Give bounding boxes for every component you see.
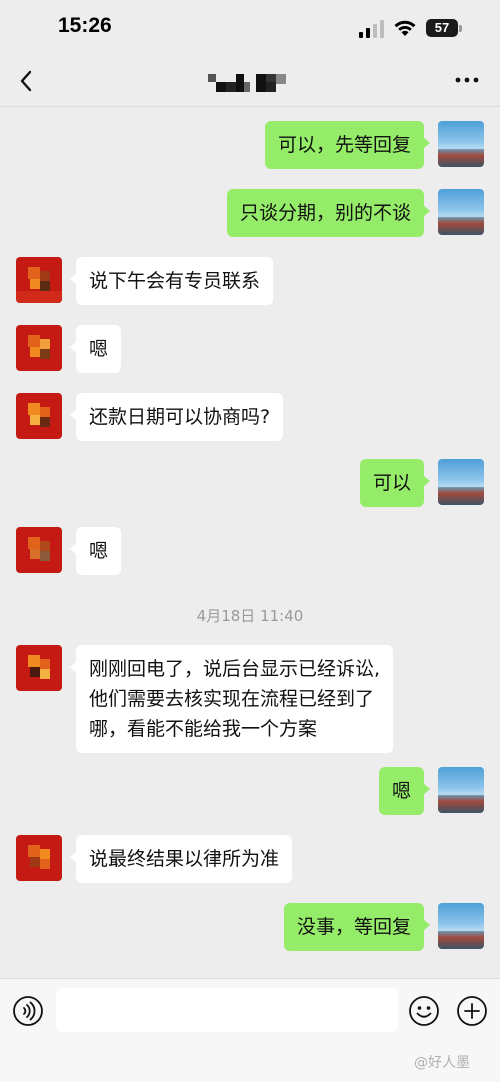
redacted-chat-title <box>208 74 286 92</box>
chevron-left-icon[interactable] <box>12 66 42 96</box>
contact-avatar[interactable] <box>16 645 62 691</box>
message-line: 哪，看能不能给我一个方案 <box>89 718 318 740</box>
contact-avatar[interactable] <box>16 527 62 573</box>
message-bubble-self[interactable]: 没事，等回复 <box>283 903 431 951</box>
message-bubble-self[interactable]: 只谈分期，别的不谈 <box>226 189 431 237</box>
status-time: 15:26 <box>58 14 112 37</box>
chat-header <box>0 58 500 107</box>
message-bubble-contact[interactable]: 刚刚回电了，说后台显示已经诉讼, 他们需要去核实现在流程已经到了 哪，看能不能给… <box>69 645 394 753</box>
my-avatar[interactable] <box>438 459 484 505</box>
message-bubble-contact[interactable]: 还款日期可以协商吗? <box>69 393 284 441</box>
my-avatar[interactable] <box>438 767 484 813</box>
message-bubble-self[interactable]: 可以，先等回复 <box>264 121 431 169</box>
wifi-icon <box>394 20 416 36</box>
status-bar: 15:26 57 <box>0 0 500 58</box>
message-bubble-contact[interactable]: 嗯 <box>69 325 122 373</box>
my-avatar[interactable] <box>438 903 484 949</box>
contact-avatar[interactable] <box>16 393 62 439</box>
battery-icon: 57 <box>426 19 458 37</box>
message-bubble-contact[interactable]: 说下午会有专员联系 <box>69 257 274 305</box>
my-avatar[interactable] <box>438 189 484 235</box>
battery-tip <box>459 25 462 32</box>
cellular-signal-icon <box>359 20 384 38</box>
contact-avatar[interactable] <box>16 835 62 881</box>
contact-avatar[interactable] <box>16 325 62 371</box>
message-input[interactable] <box>56 988 398 1032</box>
contact-avatar[interactable] <box>16 257 62 303</box>
message-bubble-self[interactable]: 嗯 <box>378 767 431 815</box>
plus-icon[interactable] <box>456 995 488 1027</box>
message-timestamp: 4月18日 11:40 <box>196 607 304 625</box>
message-line: 刚刚回电了，说后台显示已经诉讼, <box>89 658 381 680</box>
emoji-icon[interactable] <box>408 995 440 1027</box>
message-line: 他们需要去核实现在流程已经到了 <box>89 688 375 710</box>
battery-level: 57 <box>434 20 450 35</box>
ellipsis-icon[interactable] <box>452 70 482 90</box>
message-bubble-self[interactable]: 可以 <box>359 459 431 507</box>
my-avatar[interactable] <box>438 121 484 167</box>
message-bubble-contact[interactable]: 说最终结果以律所为准 <box>69 835 293 883</box>
watermark: @好人墨 <box>414 1055 470 1071</box>
message-list: 可以，先等回复 只谈分期，别的不谈 说下午会有专员联系 嗯 还款日期可以协商吗?… <box>0 107 500 977</box>
message-bubble-contact[interactable]: 嗯 <box>69 527 122 575</box>
voice-icon[interactable] <box>12 995 44 1027</box>
